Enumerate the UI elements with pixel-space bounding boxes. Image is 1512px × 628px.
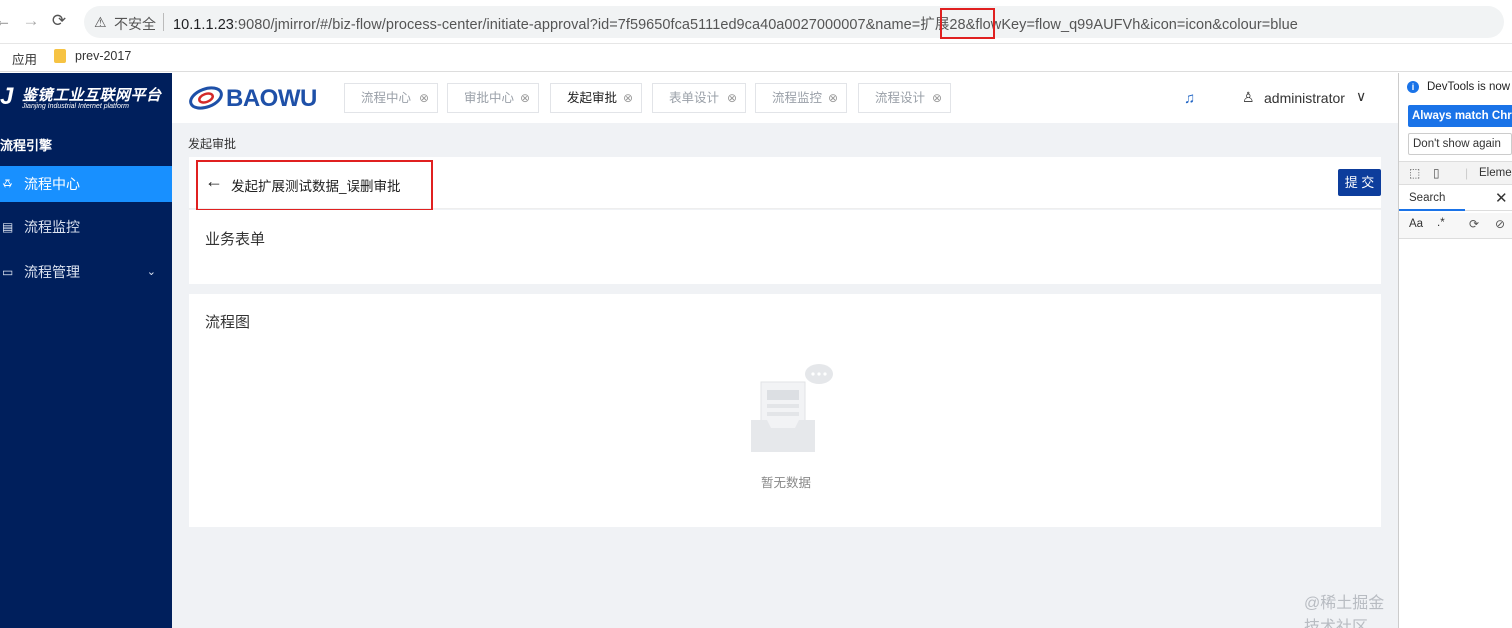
tab-initiate-approval[interactable]: 发起审批 ⊗ (550, 83, 642, 113)
tab-label: 发起审批 (567, 91, 618, 105)
close-icon[interactable]: ⊗ (727, 84, 737, 112)
tab-process-center[interactable]: 流程中心 ⊗ (344, 83, 438, 113)
sidebar-item-process-management[interactable]: ▭ 流程管理 ⌄ (0, 254, 172, 290)
submit-button[interactable]: 提 交 (1338, 169, 1381, 196)
sidebar-item-label: 流程监控 (24, 219, 80, 235)
user-icon[interactable]: ♙ (1242, 89, 1255, 106)
form-section-title: 业务表单 (205, 231, 266, 248)
sidebar-item-process-monitor[interactable]: ▤ 流程监控 (0, 209, 172, 245)
chevron-down-icon: ⌄ (146, 266, 156, 278)
close-icon[interactable]: ⊗ (419, 84, 429, 112)
close-icon[interactable]: ⊗ (520, 84, 530, 112)
user-group-icon: ꗇ (2, 177, 13, 191)
business-form-card: 业务表单 (189, 210, 1381, 284)
sidebar-item-label: 流程管理 (24, 264, 80, 280)
tab-underline (1399, 209, 1465, 211)
folder-icon (54, 49, 66, 63)
clear-icon[interactable]: ⊘ (1495, 217, 1505, 231)
breadcrumb: 发起审批 (188, 137, 237, 151)
close-icon[interactable]: ✕ (1495, 189, 1508, 207)
title-highlight-box (196, 160, 433, 211)
tab-label: 流程中心 (361, 91, 412, 105)
username[interactable]: administrator (1264, 90, 1345, 106)
device-toggle-icon[interactable]: ▯ (1433, 166, 1440, 180)
sidebar-section-title: 流程引擎 (0, 138, 53, 153)
tab-form-design[interactable]: 表单设计 ⊗ (652, 83, 746, 113)
tab-label: 流程设计 (875, 91, 926, 105)
url-path: :9080/jmirror/#/biz-flow/process-center/… (233, 17, 1298, 33)
bookmarks-bar: ⁞⁞ 应用 prev-2017 (0, 44, 1512, 72)
security-label[interactable]: 不安全 (114, 14, 156, 34)
close-icon[interactable]: ⊗ (932, 84, 942, 112)
watermark: @稀土掘金技术社区 (1304, 595, 1385, 628)
url-highlight-box (940, 8, 995, 39)
empty-inbox-icon (747, 360, 837, 460)
sidebar-item-process-center[interactable]: ꗇ 流程中心 (0, 166, 172, 202)
tab-approval-center[interactable]: 审批中心 ⊗ (447, 83, 539, 113)
refresh-icon[interactable]: ⟳ (1469, 217, 1479, 231)
search-options-bar: Aa .* ⟳ ⊘ (1399, 213, 1512, 239)
sidebar: J 鉴镜工业互联网平台 Jianjing Industrial Internet… (0, 73, 172, 628)
reload-icon[interactable]: ⟳ (48, 10, 70, 32)
platform-logo[interactable]: J 鉴镜工业互联网平台 Jianjing Industrial Internet… (0, 81, 172, 117)
brand-logo[interactable]: BAOWU (188, 83, 328, 113)
back-icon[interactable]: ← (0, 10, 14, 32)
tab-label: 表单设计 (669, 91, 720, 105)
browser-toolbar: ← → ⟳ ⚠ 不安全 10.1.1.23:9080/jmirror/#/biz… (0, 0, 1512, 44)
tab-search[interactable]: Search (1409, 192, 1445, 204)
url-host: 10.1.1.23 (173, 17, 234, 33)
devtools-toolbar: ⬚ ▯ | Eleme (1399, 161, 1512, 185)
empty-text: 暂无数据 (760, 476, 811, 490)
search-tab-bar: Search ✕ (1399, 187, 1512, 211)
address-bar[interactable]: ⚠ 不安全 10.1.1.23:9080/jmirror/#/biz-flow/… (84, 6, 1504, 38)
bookmark-apps[interactable]: 应用 (12, 49, 37, 68)
inspect-icon[interactable]: ⬚ (1409, 166, 1420, 180)
dont-show-again-button[interactable]: Don't show again (1408, 133, 1512, 155)
devtools-info-text: DevTools is now (1427, 81, 1511, 93)
chevron-down-icon[interactable]: ∨ (1356, 88, 1366, 105)
regex-toggle[interactable]: .* (1437, 217, 1445, 229)
warning-icon[interactable]: ⚠ (94, 14, 107, 31)
match-case-toggle[interactable]: Aa (1409, 218, 1423, 230)
forward-icon[interactable]: → (20, 10, 42, 32)
url-text[interactable]: 10.1.1.23:9080/jmirror/#/biz-flow/proces… (173, 13, 1298, 34)
monitor-doc-icon: ▤ (2, 220, 14, 234)
logo-text-en: Jianjing Industrial Internet platform (22, 103, 129, 110)
divider: | (1465, 166, 1469, 180)
devtools-panel: i DevTools is now Always match Chro Don'… (1398, 73, 1512, 628)
tab-elements[interactable]: Eleme (1479, 167, 1512, 179)
folder-icon: ▭ (2, 265, 14, 279)
flow-section-title: 流程图 (205, 314, 251, 331)
always-match-button[interactable]: Always match Chro (1408, 105, 1512, 127)
sidebar-item-label: 流程中心 (24, 176, 80, 192)
close-icon[interactable]: ⊗ (828, 84, 838, 112)
main-content: 发起审批 ← 发起扩展测试数据_误删审批 提 交 业务表单 流程图 暂无数据 @… (172, 123, 1398, 628)
info-icon: i (1407, 81, 1419, 93)
baowu-logo-icon (189, 86, 223, 110)
logo-text-cn: 鉴镜工业互联网平台 (22, 87, 162, 104)
flow-chart-card: 流程图 暂无数据 (189, 294, 1381, 527)
logo-mark-icon: J (0, 83, 14, 110)
tab-label: 流程监控 (772, 91, 823, 105)
apps-icon[interactable]: ⁞⁞ (0, 49, 1, 63)
top-header: BAOWU 流程中心 ⊗ 审批中心 ⊗ 发起审批 ⊗ 表单设计 ⊗ 流程监控 ⊗… (172, 73, 1398, 123)
tab-process-design[interactable]: 流程设计 ⊗ (858, 83, 951, 113)
brand-text: BAOWU (226, 85, 317, 112)
bookmark-prev-2017[interactable]: prev-2017 (75, 49, 131, 63)
divider (163, 13, 164, 31)
tab-process-monitor[interactable]: 流程监控 ⊗ (755, 83, 847, 113)
tab-label: 审批中心 (464, 91, 515, 105)
bell-icon[interactable]: ♫ (1184, 90, 1195, 107)
close-icon[interactable]: ⊗ (623, 84, 633, 112)
